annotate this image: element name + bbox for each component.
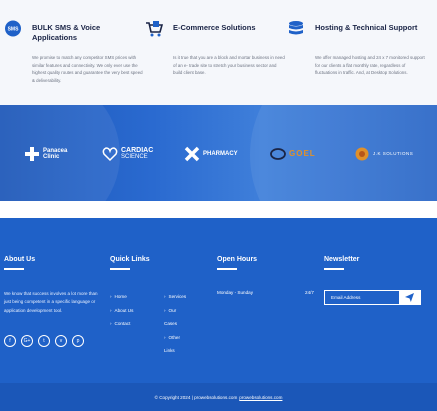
quick-links-list: Home About Us Contact <box>110 290 134 331</box>
service-text: We promise to match any competitor SMS p… <box>32 55 143 83</box>
copyright-link[interactable]: prowebsolutions.com <box>239 395 282 400</box>
footer-heading: Newsletter <box>324 256 360 263</box>
google-plus-icon[interactable]: G+ <box>21 335 33 347</box>
svg-text:SMS: SMS <box>8 27 20 33</box>
client-name: J.K SOLUTIONS <box>373 151 414 156</box>
newsletter-submit-button[interactable] <box>399 291 420 304</box>
footer-newsletter-column: Newsletter Email Address <box>324 256 421 305</box>
pinterest-icon[interactable]: p <box>72 335 84 347</box>
footer-quick-links-column: Quick Links Home About Us Contact Servic… <box>110 256 186 353</box>
service-text: We offer managed hosting and 24 x 7 moni… <box>315 55 425 75</box>
service-title: E-Commerce Solutions <box>173 23 256 32</box>
orbit-logo-icon <box>270 148 286 160</box>
heading-underline <box>110 268 130 270</box>
footer-link-our-cases[interactable]: Our Cases <box>164 304 186 331</box>
newsletter-email-input[interactable]: Email Address <box>325 291 399 304</box>
client-logo-goel[interactable]: GOEL <box>270 143 316 165</box>
vimeo-icon[interactable]: v <box>55 335 67 347</box>
services-section: SMS BULK SMS & Voice Applications We pro… <box>0 0 437 105</box>
footer-link-services[interactable]: Services <box>164 290 187 304</box>
client-name: PHARMACY <box>203 151 238 157</box>
x-logo-icon <box>184 146 200 162</box>
hours-time: 24/7 <box>305 290 314 295</box>
heading-underline <box>4 268 24 270</box>
social-links: f G+ t v p <box>4 335 84 347</box>
footer-about-column: About Us We know that success involves a… <box>4 256 97 347</box>
database-icon <box>289 21 303 35</box>
footer-link-other-links[interactable]: Other Links <box>164 331 186 358</box>
clients-banner: Panacea Clinic CARDIAC SCIENCE PHARMACY … <box>0 105 437 201</box>
heading-underline <box>217 268 237 270</box>
hours-row: Monday - Sunday 24/7 <box>217 290 314 295</box>
facebook-icon[interactable]: f <box>4 335 16 347</box>
footer-heading: Quick Links <box>110 256 150 263</box>
newsletter-form: Email Address <box>324 290 421 305</box>
twitter-icon[interactable]: t <box>38 335 50 347</box>
heart-logo-icon <box>102 147 118 162</box>
circle-logo-icon <box>355 147 369 161</box>
quick-links-list: Services Our Cases Other Links <box>164 290 186 358</box>
sms-bubble-icon: SMS <box>5 20 21 37</box>
service-title: Hosting & Technical Support <box>315 23 418 32</box>
service-title: BULK SMS & Voice Applications <box>32 23 101 42</box>
footer-heading: About Us <box>4 256 36 263</box>
client-name: Clinic <box>43 154 60 160</box>
client-logo-panacea[interactable]: Panacea Clinic <box>24 143 67 165</box>
shopping-cart-icon <box>146 21 163 37</box>
footer-link-contact[interactable]: Contact <box>110 317 133 331</box>
copyright-bar: © Copyright 2024 | prowebsolutions.com p… <box>0 383 437 411</box>
client-logo-cardiac[interactable]: CARDIAC SCIENCE <box>102 143 153 165</box>
about-text: We know that success involves a lot more… <box>4 291 98 313</box>
footer-link-about[interactable]: About Us <box>110 304 134 318</box>
client-name: SCIENCE <box>121 154 148 160</box>
copyright-text: © Copyright 2024 | prowebsolutions.com <box>154 394 238 400</box>
footer-link-home[interactable]: Home <box>110 290 133 304</box>
section-spacer <box>0 201 437 218</box>
cross-logo-icon <box>25 147 39 161</box>
site-footer: About Us We know that success involves a… <box>0 218 437 411</box>
heading-underline <box>324 268 344 270</box>
service-text: Is it true that you are a block and mort… <box>173 55 285 75</box>
client-name: GOEL <box>289 149 316 158</box>
hours-days: Monday - Sunday <box>217 290 254 295</box>
client-logo-jk-solutions[interactable]: J.K SOLUTIONS <box>354 143 413 165</box>
footer-heading: Open Hours <box>217 256 258 263</box>
paper-plane-icon <box>405 293 414 302</box>
footer-hours-column: Open Hours Monday - Sunday 24/7 <box>217 256 314 295</box>
client-logo-pharmacy[interactable]: PHARMACY <box>184 143 238 165</box>
